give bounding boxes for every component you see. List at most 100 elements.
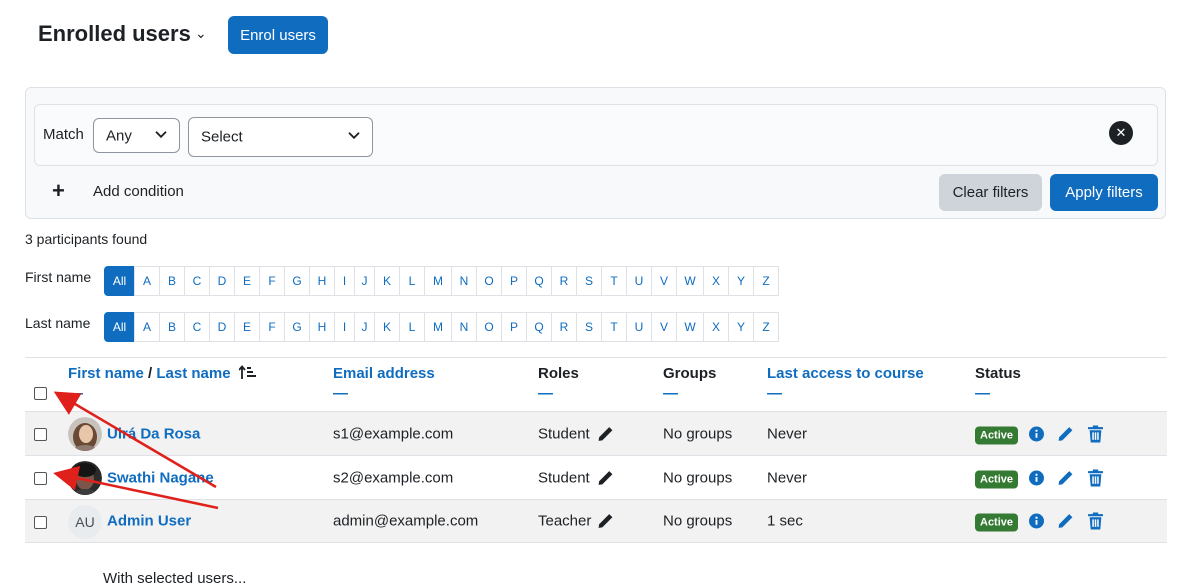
row-select-checkbox[interactable] (34, 516, 47, 529)
first-name-initial-x[interactable]: X (703, 266, 729, 296)
edit-enrolment-pencil-icon[interactable] (1057, 513, 1074, 530)
first-name-initial-a[interactable]: A (134, 266, 160, 296)
first-name-initial-m[interactable]: M (424, 266, 452, 296)
last-name-initial-j[interactable]: J (354, 312, 375, 342)
last-name-initial-u[interactable]: U (626, 312, 652, 342)
sort-email-link[interactable]: Email address (333, 365, 435, 382)
last-name-initial-q[interactable]: Q (526, 312, 552, 342)
last-name-initial-l[interactable]: L (399, 312, 425, 342)
trash-icon[interactable] (1088, 512, 1103, 530)
collapse-status-column-icon[interactable]: — (975, 385, 990, 402)
user-name-link[interactable]: Uirá Da Rosa (107, 425, 200, 442)
first-name-initial-f[interactable]: F (259, 266, 285, 296)
first-name-initial-h[interactable]: H (309, 266, 335, 296)
collapse-groups-column-icon[interactable]: — (663, 385, 678, 402)
first-name-initial-y[interactable]: Y (728, 266, 754, 296)
first-name-initial-z[interactable]: Z (753, 266, 779, 296)
edit-roles-pencil-icon[interactable] (597, 469, 614, 486)
first-name-initial-o[interactable]: O (476, 266, 502, 296)
last-name-initial-r[interactable]: R (551, 312, 577, 342)
first-name-initial-all[interactable]: All (104, 266, 135, 296)
collapse-last-access-column-icon[interactable]: — (767, 385, 782, 402)
match-select-value: Any (106, 127, 132, 144)
first-name-initial-p[interactable]: P (501, 266, 527, 296)
last-name-initial-a[interactable]: A (134, 312, 160, 342)
last-name-initial-all[interactable]: All (104, 312, 135, 342)
apply-filters-button[interactable]: Apply filters (1050, 174, 1158, 211)
edit-roles-pencil-icon[interactable] (597, 513, 614, 530)
last-name-initial-v[interactable]: V (651, 312, 677, 342)
last-name-initial-n[interactable]: N (451, 312, 477, 342)
first-name-initial-e[interactable]: E (234, 266, 260, 296)
first-name-initial-u[interactable]: U (626, 266, 652, 296)
edit-enrolment-pencil-icon[interactable] (1057, 425, 1074, 442)
edit-enrolment-pencil-icon[interactable] (1057, 469, 1074, 486)
status-badge: Active (975, 513, 1019, 532)
with-selected-users-label: With selected users... (103, 570, 247, 587)
last-name-initial-i[interactable]: I (334, 312, 355, 342)
user-name-link[interactable]: Admin User (107, 513, 191, 530)
trash-icon[interactable] (1088, 469, 1103, 486)
first-name-initial-v[interactable]: V (651, 266, 677, 296)
sort-last-name-link[interactable]: Last name (156, 365, 230, 382)
info-icon[interactable] (1029, 426, 1044, 441)
last-name-initial-e[interactable]: E (234, 312, 260, 342)
last-name-initial-w[interactable]: W (676, 312, 704, 342)
first-name-initial-w[interactable]: W (676, 266, 704, 296)
last-access-cell: Never (767, 469, 808, 486)
last-name-initial-h[interactable]: H (309, 312, 335, 342)
first-name-initial-r[interactable]: R (551, 266, 577, 296)
clear-filters-button[interactable]: Clear filters (939, 174, 1042, 211)
last-name-initial-y[interactable]: Y (728, 312, 754, 342)
last-name-initial-m[interactable]: M (424, 312, 452, 342)
row-select-checkbox[interactable] (34, 428, 47, 441)
enrol-users-button[interactable]: Enrol users (228, 16, 328, 54)
first-name-initial-j[interactable]: J (354, 266, 375, 296)
remove-condition-icon[interactable]: ✕ (1109, 121, 1133, 145)
last-name-initial-g[interactable]: G (284, 312, 310, 342)
filter-type-select[interactable]: Select (188, 117, 373, 157)
info-icon[interactable] (1029, 513, 1044, 529)
chevron-down-icon[interactable]: ⌄ (195, 25, 207, 42)
last-name-initial-k[interactable]: K (374, 312, 400, 342)
first-name-initial-c[interactable]: C (184, 266, 210, 296)
first-name-initial-s[interactable]: S (576, 266, 602, 296)
last-name-initial-t[interactable]: T (601, 312, 627, 342)
collapse-roles-column-icon[interactable]: — (538, 385, 553, 402)
last-name-initial-c[interactable]: C (184, 312, 210, 342)
last-name-initial-x[interactable]: X (703, 312, 729, 342)
status-column-header: Status (975, 365, 1021, 382)
plus-icon[interactable]: + (52, 180, 65, 202)
last-name-initial-d[interactable]: D (209, 312, 235, 342)
select-all-checkbox[interactable] (34, 387, 47, 400)
first-name-initial-q[interactable]: Q (526, 266, 552, 296)
sort-last-access-link[interactable]: Last access to course (767, 365, 924, 382)
last-name-initial-p[interactable]: P (501, 312, 527, 342)
collapse-name-column-icon[interactable]: — (68, 385, 83, 402)
first-name-initial-b[interactable]: B (159, 266, 185, 296)
roles-column-header: Roles (538, 365, 579, 382)
last-name-initial-b[interactable]: B (159, 312, 185, 342)
edit-roles-pencil-icon[interactable] (597, 425, 614, 442)
user-name-link[interactable]: Swathi Nagane (107, 469, 214, 486)
first-name-initial-d[interactable]: D (209, 266, 235, 296)
row-select-checkbox[interactable] (34, 472, 47, 485)
first-name-initial-n[interactable]: N (451, 266, 477, 296)
add-condition-link[interactable]: Add condition (93, 183, 184, 200)
last-name-initial-z[interactable]: Z (753, 312, 779, 342)
first-name-initial-t[interactable]: T (601, 266, 627, 296)
first-name-initial-g[interactable]: G (284, 266, 310, 296)
sort-first-name-link[interactable]: First name (68, 365, 144, 382)
first-name-initial-i[interactable]: I (334, 266, 355, 296)
collapse-email-column-icon[interactable]: — (333, 385, 348, 402)
info-icon[interactable] (1029, 470, 1044, 485)
status-cell: Active (975, 469, 1019, 488)
first-name-initial-k[interactable]: K (374, 266, 400, 296)
last-name-initial-f[interactable]: F (259, 312, 285, 342)
last-name-initial-s[interactable]: S (576, 312, 602, 342)
last-name-initial-o[interactable]: O (476, 312, 502, 342)
trash-icon[interactable] (1088, 425, 1103, 442)
sort-ascending-icon[interactable] (238, 365, 257, 384)
first-name-initial-l[interactable]: L (399, 266, 425, 296)
match-select[interactable]: Any (93, 118, 180, 153)
